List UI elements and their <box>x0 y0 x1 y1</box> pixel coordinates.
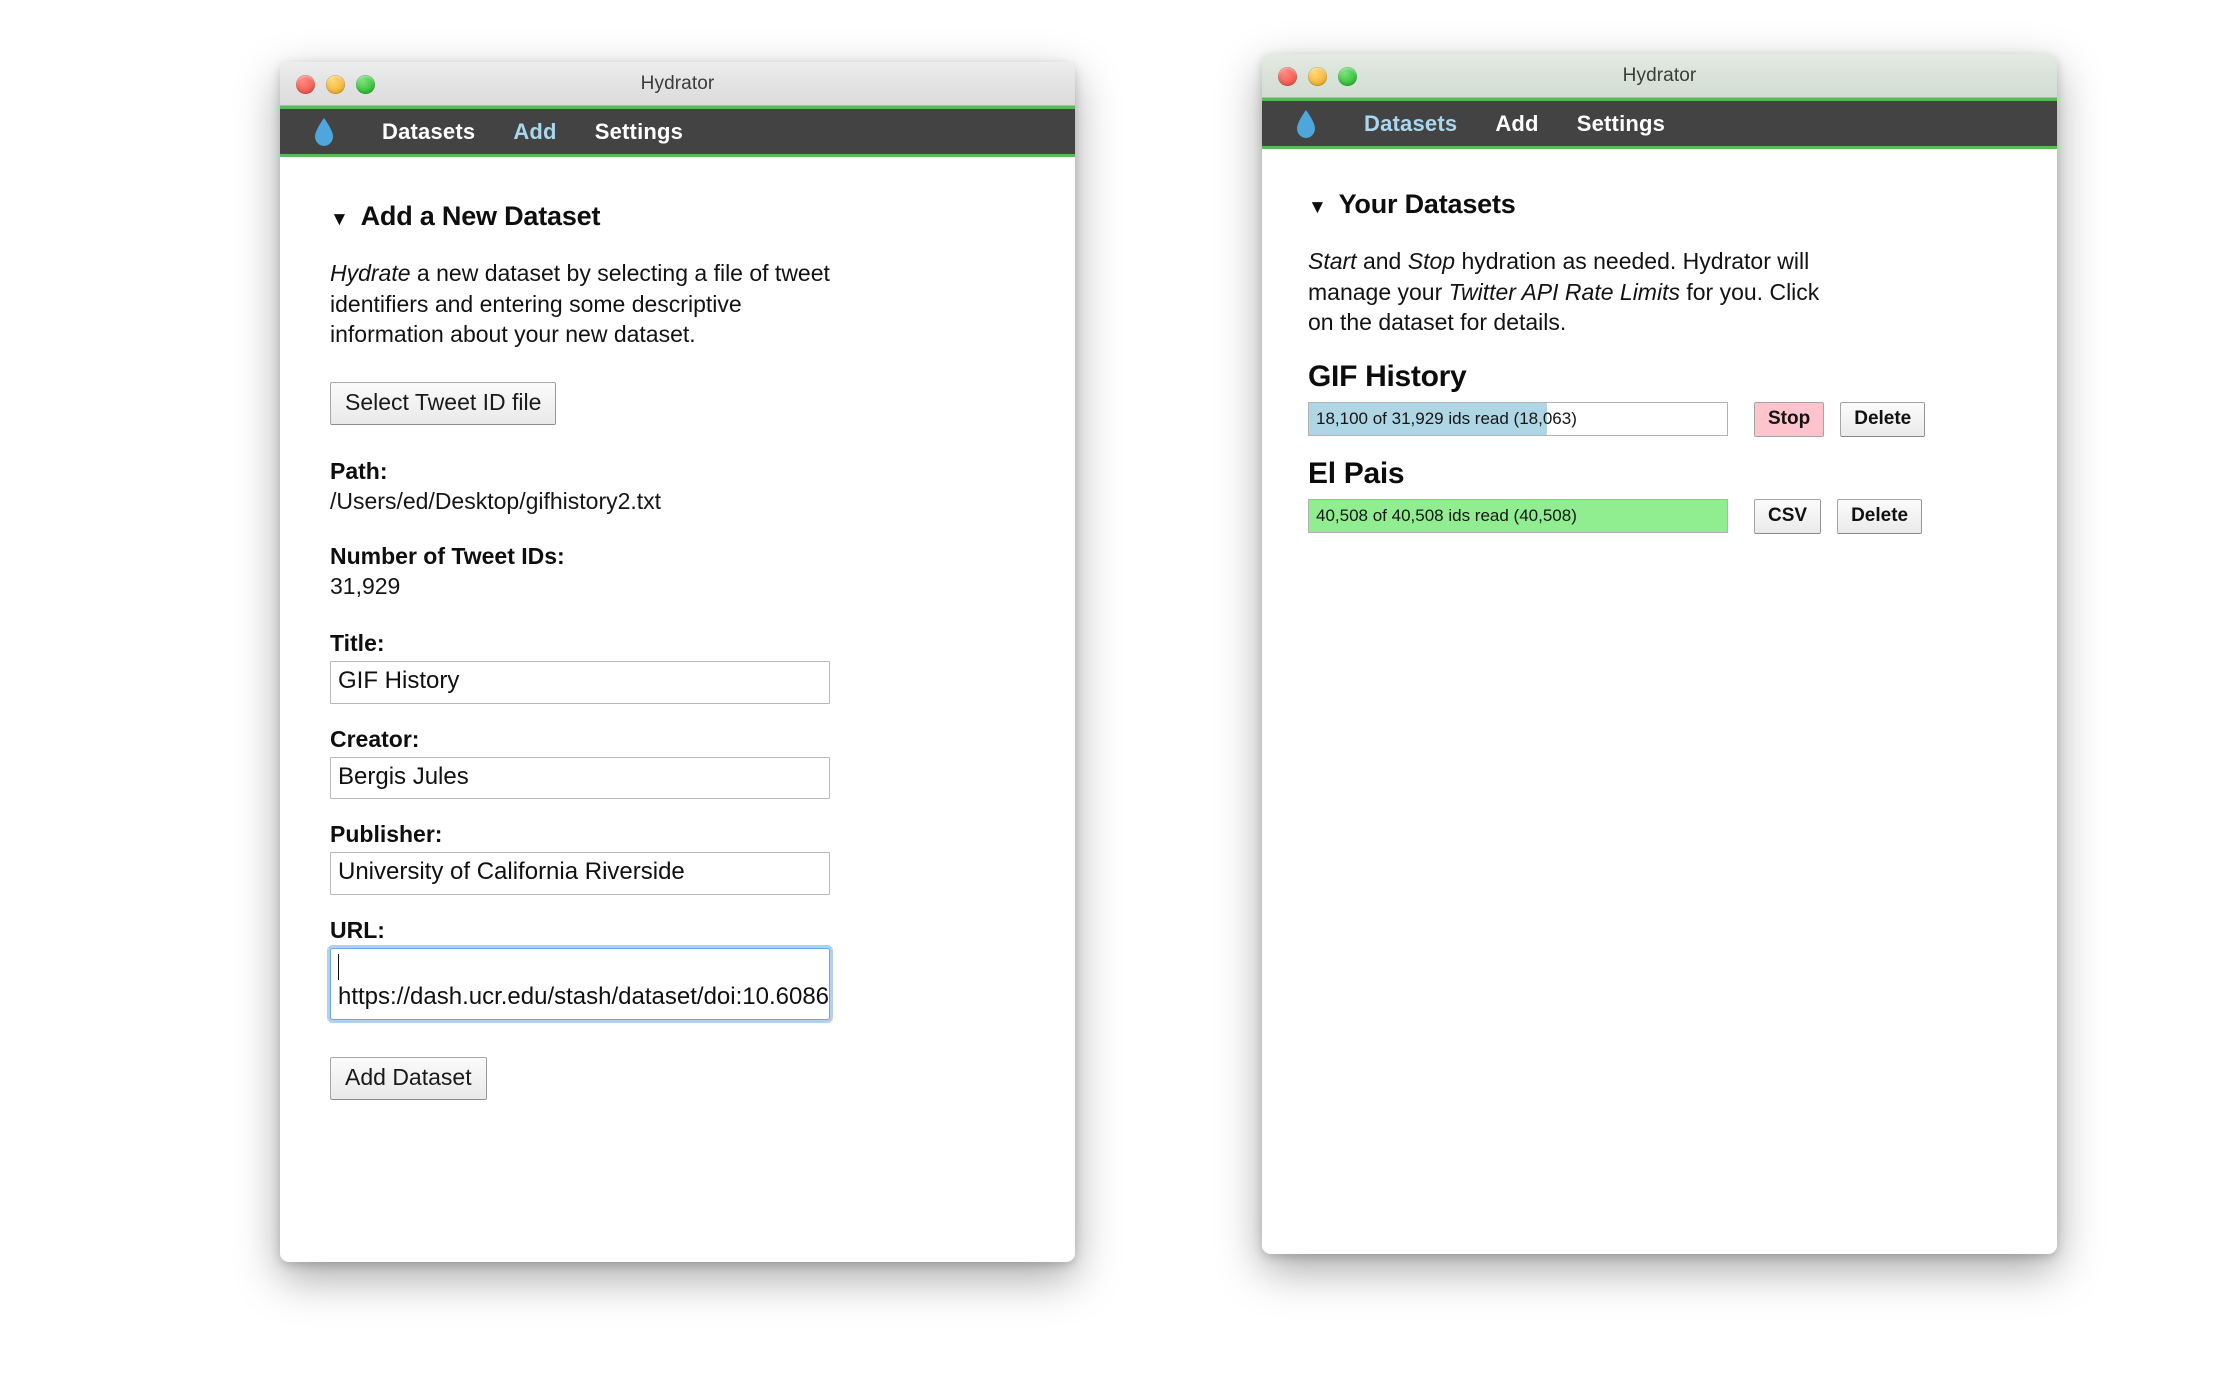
dataset-controls-row: 18,100 of 31,929 ids read (18,063) Stop … <box>1308 401 2011 437</box>
url-input-value: https://dash.ucr.edu/stash/dataset/doi:1… <box>338 982 830 1010</box>
export-csv-button[interactable]: CSV <box>1754 498 1822 534</box>
left-traffic-lights[interactable] <box>296 62 375 106</box>
right-window-title: Hydrator <box>1622 64 1697 86</box>
tweet-id-count-label: Number of Tweet IDs: <box>330 542 565 569</box>
close-button-icon[interactable] <box>1278 66 1297 86</box>
add-dataset-button[interactable]: Add Dataset <box>330 1056 487 1100</box>
your-datasets-heading-text: Your Datasets <box>1338 189 1516 219</box>
delete-dataset-button[interactable]: Delete <box>1840 401 1926 437</box>
hydration-progress-bar: 18,100 of 31,929 ids read (18,063) <box>1308 402 1728 437</box>
minimize-button-icon[interactable] <box>326 74 345 94</box>
url-input[interactable]: https://dash.ucr.edu/stash/dataset/doi:1… <box>330 948 830 1020</box>
water-drop-icon[interactable] <box>1289 109 1323 139</box>
right-window-titlebar[interactable]: Hydrator <box>1262 54 2057 98</box>
title-input[interactable] <box>330 660 830 704</box>
intro-stop-emphasis: Stop <box>1407 248 1456 274</box>
add-dataset-section-heading: ▼ Add a New Dataset <box>330 201 1025 232</box>
intro-rate-limits-emphasis: Twitter API Rate Limits <box>1448 278 1680 305</box>
close-button-icon[interactable] <box>296 74 315 94</box>
publisher-field-label: Publisher: <box>330 821 443 848</box>
left-navbar: Datasets Add Settings <box>280 106 1075 157</box>
hydrator-add-window[interactable]: Hydrator Datasets Add Settings ▼ Add a N… <box>280 62 1075 1262</box>
dataset-item-gif-history[interactable]: GIF History 18,100 of 31,929 ids read (1… <box>1308 360 2011 437</box>
select-tweet-id-file-button[interactable]: Select Tweet ID file <box>330 381 557 425</box>
left-nav-item-settings[interactable]: Settings <box>576 119 702 145</box>
zoom-button-icon[interactable] <box>1338 66 1357 86</box>
dataset-controls-row: 40,508 of 40,508 ids read (40,508) CSV D… <box>1308 498 2011 534</box>
hydrator-datasets-window[interactable]: Hydrator Datasets Add Settings ▼ Your Da… <box>1262 54 2057 1254</box>
left-window-titlebar[interactable]: Hydrator <box>280 62 1075 106</box>
hydration-progress-bar: 40,508 of 40,508 ids read (40,508) <box>1308 499 1728 534</box>
minimize-button-icon[interactable] <box>1308 66 1327 86</box>
left-window-body: ▼ Add a New Dataset Hydrate a new datase… <box>280 157 1075 1259</box>
right-nav-item-settings[interactable]: Settings <box>1558 111 1684 137</box>
hydration-progress-label: 18,100 of 31,929 ids read (18,063) <box>1316 409 1577 429</box>
title-field-label: Title: <box>330 629 385 656</box>
url-field-label: URL: <box>330 917 385 944</box>
path-value: /Users/ed/Desktop/gifhistory2.txt <box>330 487 662 514</box>
left-window-title: Hydrator <box>640 72 715 94</box>
delete-dataset-button[interactable]: Delete <box>1837 498 1923 534</box>
section-collapse-caret-icon[interactable]: ▼ <box>330 210 349 229</box>
right-window-body: ▼ Your Datasets Start and Stop hydration… <box>1262 149 2057 1251</box>
dataset-name[interactable]: GIF History <box>1308 360 2011 394</box>
creator-field-label: Creator: <box>330 725 420 752</box>
left-nav-item-datasets[interactable]: Datasets <box>363 119 494 145</box>
right-traffic-lights[interactable] <box>1278 54 1357 98</box>
stop-hydration-button[interactable]: Stop <box>1754 401 1825 437</box>
dataset-name[interactable]: El Pais <box>1308 457 2011 491</box>
hydration-progress-label: 40,508 of 40,508 ids read (40,508) <box>1316 506 1577 526</box>
zoom-button-icon[interactable] <box>356 74 375 94</box>
add-dataset-heading-text: Add a New Dataset <box>360 201 601 231</box>
creator-input[interactable] <box>330 756 830 800</box>
water-drop-icon[interactable] <box>307 117 341 147</box>
tweet-id-count-value: 31,929 <box>330 572 401 599</box>
right-nav-item-add[interactable]: Add <box>1476 111 1557 137</box>
right-navbar: Datasets Add Settings <box>1262 98 2057 149</box>
your-datasets-intro-text: Start and Stop hydration as needed. Hydr… <box>1308 246 1828 338</box>
desktop-background: Hydrator Datasets Add Settings ▼ Add a N… <box>0 0 2240 1388</box>
dataset-item-el-pais[interactable]: El Pais 40,508 of 40,508 ids read (40,50… <box>1308 457 2011 534</box>
intro-start-emphasis: Start <box>1308 248 1357 274</box>
section-collapse-caret-icon[interactable]: ▼ <box>1308 198 1327 217</box>
intro-hydrate-emphasis: Hydrate <box>330 260 411 286</box>
publisher-input[interactable] <box>330 852 830 896</box>
left-nav-item-add[interactable]: Add <box>494 119 575 145</box>
your-datasets-section-heading: ▼ Your Datasets <box>1308 189 2011 220</box>
right-nav-item-datasets[interactable]: Datasets <box>1345 111 1476 137</box>
intro-and: and <box>1356 248 1408 274</box>
text-caret-icon <box>338 954 339 981</box>
path-label: Path: <box>330 457 388 484</box>
add-dataset-intro-text: Hydrate a new dataset by selecting a fil… <box>330 258 840 350</box>
